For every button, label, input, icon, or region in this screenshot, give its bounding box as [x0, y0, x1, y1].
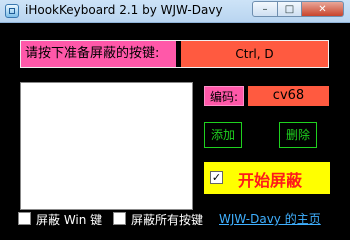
block-all-keys-label: 屏蔽所有按键 — [131, 213, 204, 227]
close-button[interactable]: ✕ — [302, 1, 344, 17]
code-value-field[interactable]: cv68 — [248, 86, 329, 106]
block-win-key-checkbox[interactable] — [18, 212, 31, 225]
title-bar[interactable]: iHookKeyboard 2.1 by WJW-Davy – □ ✕ — [0, 0, 350, 23]
block-win-key-label: 屏蔽 Win 键 — [36, 213, 103, 227]
homepage-link[interactable]: WJW-Davy 的主页 — [219, 210, 321, 227]
hotkey-prompt-label: 请按下准备屏蔽的按键: — [21, 41, 176, 67]
app-icon — [5, 4, 19, 18]
window-title: iHookKeyboard 2.1 by WJW-Davy — [25, 3, 223, 17]
code-label: 编码: — [204, 86, 244, 106]
maximize-button[interactable]: □ — [278, 1, 302, 17]
block-all-keys-checkbox[interactable] — [113, 212, 126, 225]
start-blocking-checkbox[interactable]: ✓ — [210, 171, 223, 184]
hotkey-capture-box[interactable]: 请按下准备屏蔽的按键: Ctrl, D — [20, 40, 329, 68]
window-controls: – □ ✕ — [252, 1, 344, 18]
minimize-button[interactable]: – — [252, 1, 278, 17]
delete-button[interactable]: 删除 — [279, 122, 317, 148]
blocked-keys-list[interactable] — [20, 82, 193, 210]
start-blocking-toggle[interactable]: ✓ 开始屏蔽 — [204, 162, 330, 194]
start-blocking-label: 开始屏蔽 — [238, 171, 303, 190]
hotkey-value-field[interactable]: Ctrl, D — [181, 41, 328, 67]
add-button[interactable]: 添加 — [204, 122, 242, 148]
